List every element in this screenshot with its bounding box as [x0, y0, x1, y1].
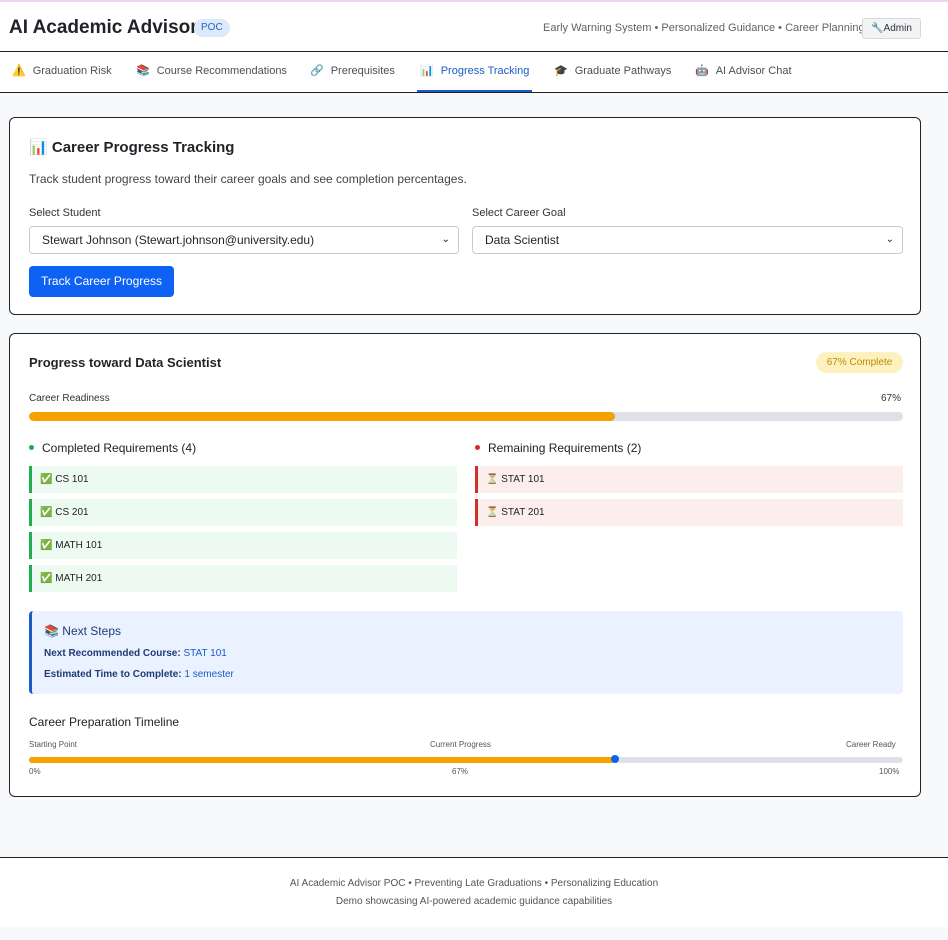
timeline-end-pct: 100% [879, 767, 900, 776]
tab-label: Course Recommendations [156, 65, 287, 77]
books-icon: 📚 [136, 65, 150, 77]
check-icon: ✅ [40, 507, 53, 518]
remaining-course: STAT 201 [501, 507, 545, 518]
student-label: Select Student [29, 207, 101, 219]
student-select[interactable]: Stewart Johnson (Stewart.johnson@univers… [29, 226, 459, 254]
warning-icon: ⚠️ [12, 65, 26, 77]
chevron-down-icon: ⌄ [441, 234, 450, 245]
next-course-row: Next Recommended Course: STAT 101 [44, 648, 227, 659]
tab-course-recommendations[interactable]: 📚 Course Recommendations [136, 52, 287, 92]
progress-result-card: Progress toward Data Scientist 67% Compl… [9, 333, 921, 797]
readiness-progress-bar [29, 412, 903, 421]
remaining-course: STAT 101 [501, 474, 545, 485]
footer-line-2: Demo showcasing AI-powered academic guid… [335, 896, 613, 907]
tab-label: Graduate Pathways [574, 65, 672, 77]
link-icon: 🔗 [310, 65, 324, 77]
bar-chart-icon: 📊 [29, 139, 48, 156]
readiness-percent: 67% [881, 393, 902, 404]
tab-progress-tracking[interactable]: 📊 Progress Tracking [417, 52, 533, 92]
check-icon: ✅ [40, 474, 53, 485]
tab-label: Graduation Risk [32, 65, 112, 77]
timeline-title: Career Preparation Timeline [29, 715, 180, 729]
section-title-text: Career Progress Tracking [51, 139, 235, 156]
completed-item: ✅ MATH 201 [29, 565, 457, 592]
tab-graduation-risk[interactable]: ⚠️ Graduation Risk [12, 52, 112, 92]
check-icon: ✅ [40, 573, 53, 584]
hourglass-icon: ⏳ [486, 474, 499, 485]
completed-item: ✅ CS 101 [29, 466, 457, 493]
check-icon: ✅ [40, 540, 53, 551]
timeline-fill [29, 757, 615, 763]
robot-icon: 🤖 [695, 65, 709, 77]
career-goal-select[interactable]: Data Scientist ⌄ [472, 226, 903, 254]
time-label: Estimated Time to Complete: [44, 669, 182, 680]
next-course-value: STAT 101 [183, 648, 227, 659]
bar-chart-icon: 📊 [420, 65, 434, 77]
remaining-item: ⏳ STAT 201 [475, 499, 903, 526]
completed-course: MATH 201 [55, 573, 103, 584]
timeline-marker [610, 755, 619, 763]
tab-ai-advisor-chat[interactable]: 🤖 AI Advisor Chat [695, 52, 792, 92]
section-description: Track student progress toward their care… [29, 172, 467, 186]
time-row: Estimated Time to Complete: 1 semester [44, 669, 234, 680]
timeline-current-label: Current Progress [430, 740, 491, 749]
completed-course: CS 101 [55, 474, 89, 485]
timeline-start-label: Starting Point [29, 740, 78, 749]
graduation-cap-icon: 🎓 [554, 65, 568, 77]
tab-label: AI Advisor Chat [715, 65, 792, 77]
app-header: AI Academic Advisor POC Early Warning Sy… [0, 0, 948, 52]
timeline-start-pct: 0% [29, 767, 41, 776]
tab-bar: ⚠️ Graduation Risk 📚 Course Recommendation… [0, 52, 948, 93]
readiness-label: Career Readiness [29, 393, 110, 404]
completed-course: CS 201 [55, 507, 89, 518]
tab-prerequisites[interactable]: 🔗 Prerequisites [310, 52, 395, 92]
completed-item: ✅ MATH 101 [29, 532, 457, 559]
completed-heading-text: Completed Requirements (4) [42, 441, 197, 455]
completed-item: ✅ CS 201 [29, 499, 457, 526]
tab-label: Progress Tracking [440, 65, 530, 77]
books-icon: 📚 [44, 624, 59, 638]
chevron-down-icon: ⌄ [885, 234, 894, 245]
app-title: AI Academic Advisor [9, 17, 198, 38]
next-course-label: Next Recommended Course: [44, 648, 181, 659]
remaining-heading-text: Remaining Requirements (2) [488, 441, 642, 455]
goal-label: Select Career Goal [472, 207, 566, 219]
hourglass-icon: ⏳ [486, 507, 499, 518]
remaining-item: ⏳ STAT 101 [475, 466, 903, 493]
progress-title: Progress toward Data Scientist [29, 355, 222, 370]
completion-badge: 67% Complete [816, 352, 903, 373]
track-career-progress-button[interactable]: Track Career Progress [29, 266, 174, 297]
next-steps-title: 📚 Next Steps [44, 624, 121, 638]
admin-button[interactable]: 🔧Admin [862, 18, 921, 39]
timeline-end-label: Career Ready [846, 740, 896, 749]
completed-course: MATH 101 [55, 540, 103, 551]
readiness-progress-fill [29, 412, 615, 421]
timeline-bar [29, 755, 903, 763]
completed-requirements-heading: Completed Requirements (4) [29, 441, 196, 455]
remaining-requirements-heading: Remaining Requirements (2) [475, 441, 641, 455]
career-goal-value: Data Scientist [485, 233, 560, 247]
page-footer: AI Academic Advisor POC • Preventing Lat… [0, 857, 948, 927]
tab-graduate-pathways[interactable]: 🎓 Graduate Pathways [554, 52, 671, 92]
section-title: 📊 Career Progress Tracking [29, 138, 234, 156]
red-dot-icon [475, 445, 480, 451]
tab-label: Prerequisites [330, 65, 395, 77]
green-dot-icon [29, 445, 34, 451]
header-tagline: Early Warning System • Personalized Guid… [543, 22, 865, 34]
time-value: 1 semester [184, 669, 234, 680]
career-tracking-card: 📊 Career Progress Tracking Track student… [9, 117, 921, 315]
next-steps-title-text: Next Steps [62, 624, 121, 638]
timeline-current-pct: 67% [452, 767, 469, 776]
student-select-value: Stewart Johnson (Stewart.johnson@univers… [42, 233, 315, 247]
next-steps-panel: 📚 Next Steps Next Recommended Course: ST… [29, 611, 903, 694]
poc-badge: POC [194, 19, 230, 37]
footer-line-1: AI Academic Advisor POC • Preventing Lat… [289, 878, 659, 889]
